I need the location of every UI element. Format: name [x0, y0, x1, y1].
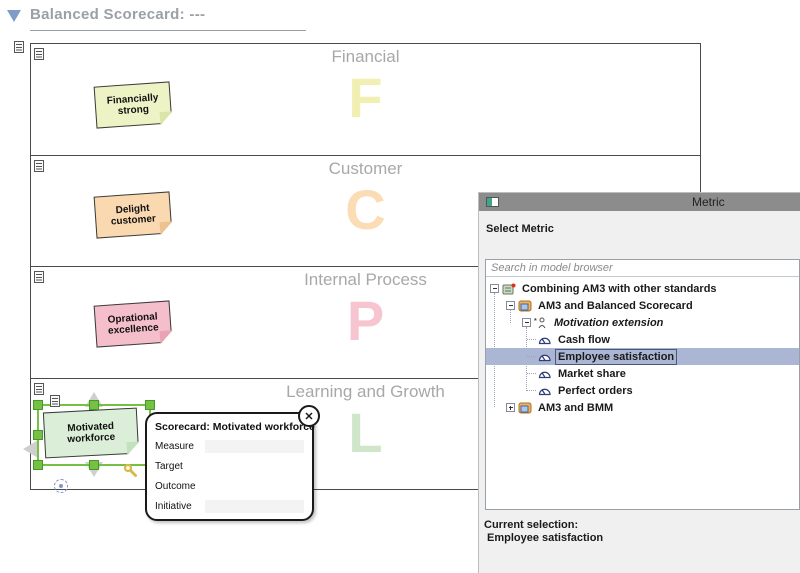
tree-item-perfect-orders[interactable]: Perfect orders	[486, 382, 799, 399]
resize-handle[interactable]	[89, 400, 99, 410]
page-title: Balanced Scorecard: ---	[30, 6, 206, 23]
diagram-icon	[518, 300, 532, 312]
title-underline	[30, 30, 306, 31]
lane-title: Financial	[331, 47, 400, 66]
diagram-icon	[518, 402, 532, 414]
svg-text:*: *	[534, 318, 537, 325]
gauge-icon	[538, 334, 552, 345]
resize-handle[interactable]	[33, 400, 43, 410]
collapse-minus-icon[interactable]	[506, 301, 515, 310]
current-selection-value: Employee satisfaction	[487, 532, 604, 544]
settings-gear-icon[interactable]	[54, 479, 68, 493]
window-icon	[486, 197, 499, 207]
measure-label: Measure	[155, 440, 194, 452]
outcome-label: Outcome	[155, 480, 196, 492]
sticky-note-financially-strong[interactable]: Financially strong	[93, 81, 173, 129]
target-field[interactable]	[205, 460, 304, 473]
current-selection-label: Current selection:	[484, 519, 579, 531]
tree-item-market-share[interactable]: Market share	[486, 365, 799, 382]
collapse-minus-icon[interactable]	[490, 284, 499, 293]
close-icon[interactable]: ✕	[298, 405, 320, 427]
tree-item-combining-am3[interactable]: Combining AM3 with other standards	[486, 280, 799, 297]
model-icon	[502, 283, 516, 295]
expand-plus-icon[interactable]	[506, 403, 515, 412]
measure-field[interactable]	[205, 439, 304, 453]
resize-handle[interactable]	[89, 460, 99, 470]
lane-title: Customer	[328, 159, 403, 178]
move-left-arrow-icon[interactable]	[23, 440, 38, 458]
dialog-titlebar[interactable]: Metric	[479, 193, 800, 211]
tree-item-employee-satisfaction[interactable]: Employee satisfaction	[486, 348, 799, 365]
gauge-icon	[538, 385, 552, 396]
pool-icon	[14, 40, 24, 58]
wrench-icon[interactable]	[123, 463, 138, 483]
popup-title: Scorecard: Motivated workforce	[155, 421, 315, 433]
canvas: Balanced Scorecard: --- Financial F Cust…	[0, 0, 800, 573]
resize-handle[interactable]	[33, 430, 43, 440]
select-metric-heading: Select Metric	[486, 223, 554, 235]
resize-handle[interactable]	[33, 460, 43, 470]
element-icon	[50, 394, 60, 412]
tree-item-am3-balanced-scorecard[interactable]: AM3 and Balanced Scorecard	[486, 297, 799, 314]
collapse-triangle-icon[interactable]	[7, 10, 21, 22]
selection-rectangle[interactable]	[33, 400, 155, 470]
initiative-label: Initiative	[155, 500, 192, 512]
profile-icon: *	[534, 317, 548, 329]
outcome-field[interactable]	[205, 480, 304, 493]
scorecard-popup: ✕ Scorecard: Motivated workforce Measure…	[145, 405, 320, 521]
initiative-field[interactable]	[205, 499, 304, 513]
tree-item-motivation-extension[interactable]: * Motivation extension	[486, 314, 799, 331]
tree-item-cash-flow[interactable]: Cash flow	[486, 331, 799, 348]
search-input[interactable]	[486, 260, 799, 277]
sticky-note-delight-customer[interactable]: Delight customer	[93, 191, 173, 239]
gauge-icon	[538, 368, 552, 379]
target-label: Target	[155, 460, 183, 472]
resize-handle[interactable]	[145, 400, 155, 410]
gauge-icon	[538, 351, 552, 362]
dialog-title: Metric	[692, 195, 725, 209]
tree-item-am3-bmm[interactable]: AM3 and BMM	[486, 399, 799, 416]
sticky-note-operational-excellence[interactable]: Oprational excellence	[93, 300, 173, 348]
model-browser-panel: Combining AM3 with other standards AM3 a…	[485, 259, 800, 510]
model-tree: Combining AM3 with other standards AM3 a…	[486, 277, 799, 509]
metric-dialog: Metric Select Metric Combining AM3 with …	[478, 192, 800, 573]
collapse-minus-icon[interactable]	[522, 318, 531, 327]
